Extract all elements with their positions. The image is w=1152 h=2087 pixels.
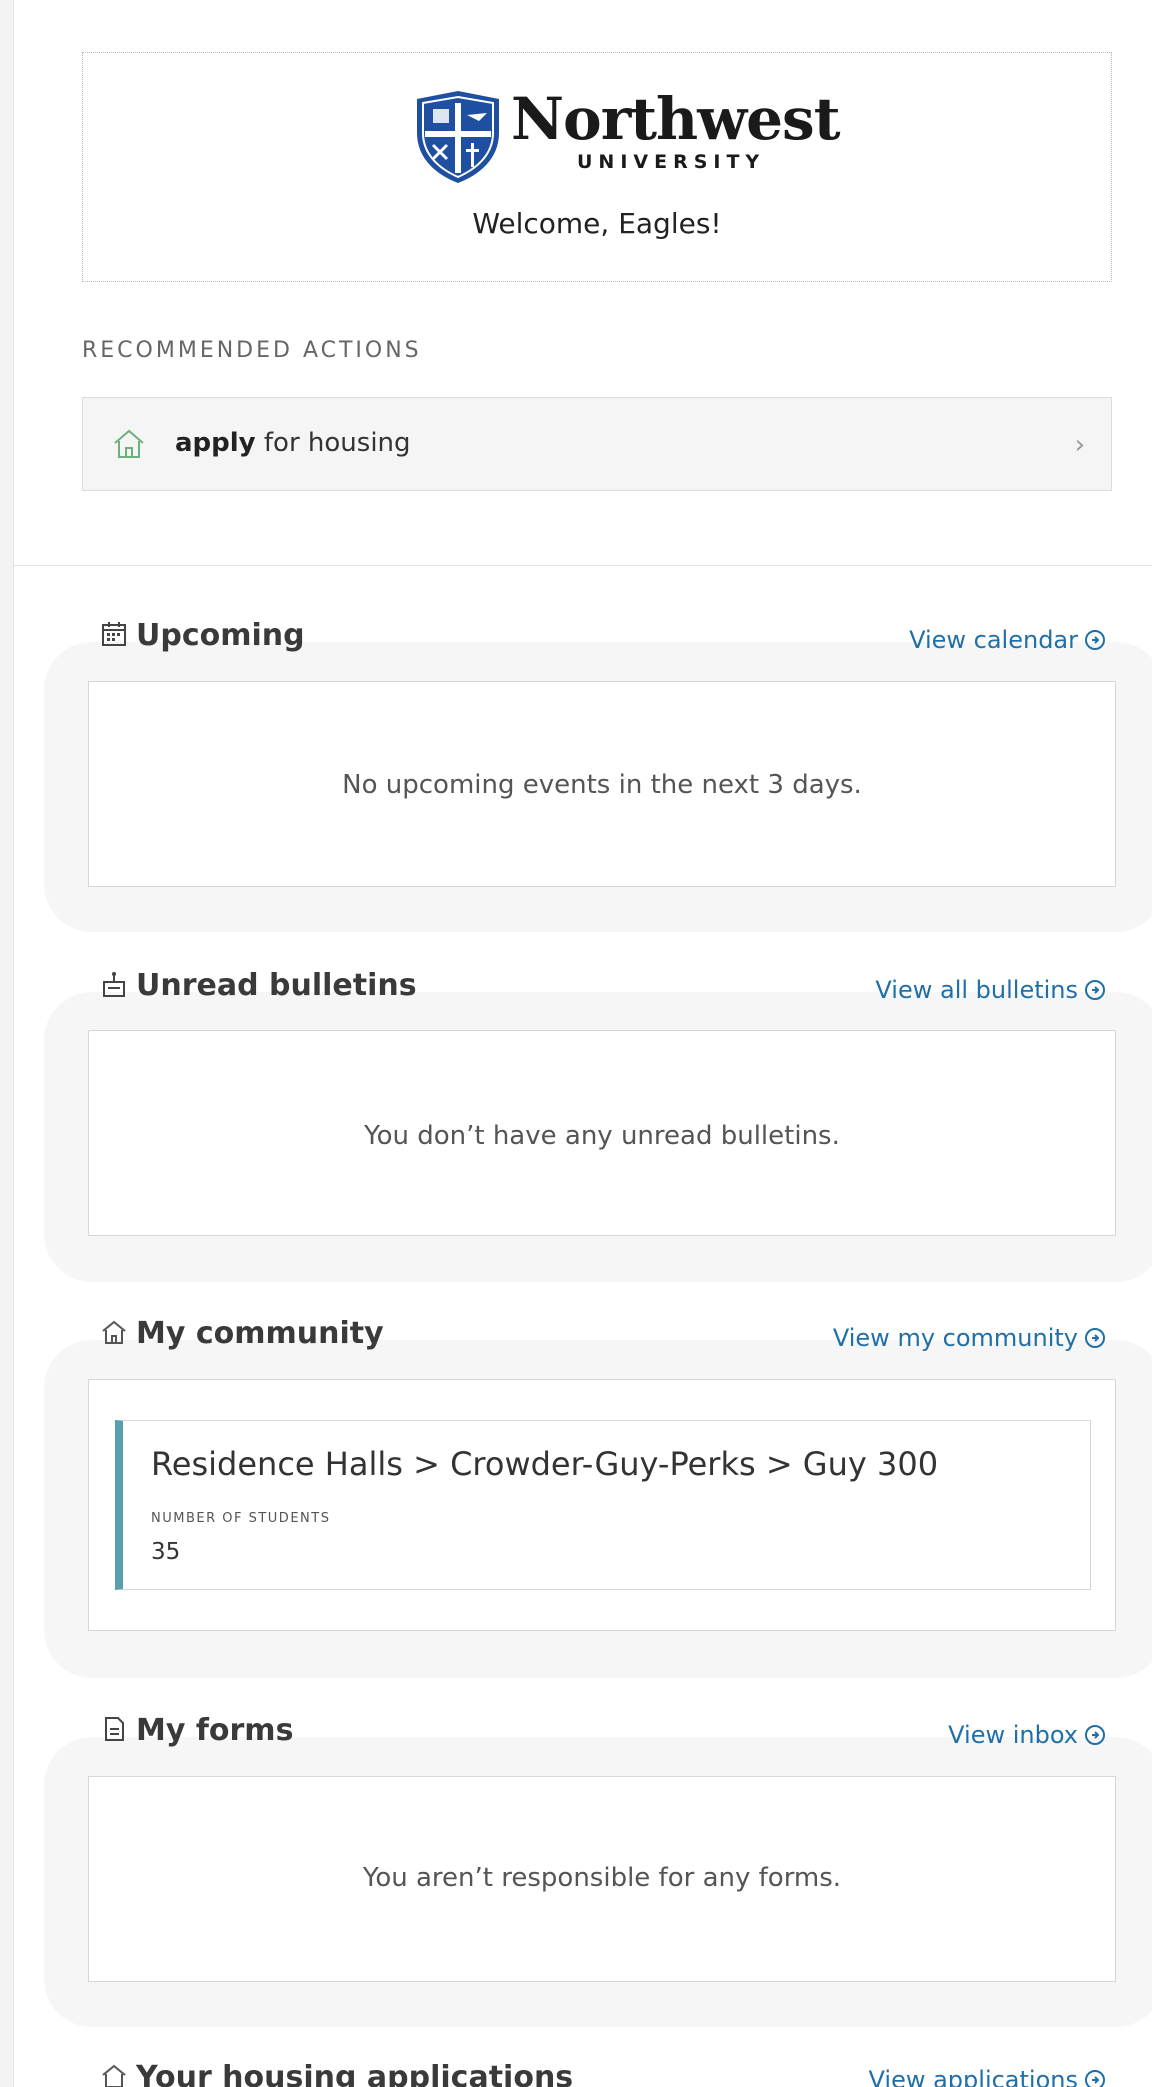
bulletin-icon: [103, 972, 125, 997]
left-rail: [0, 0, 14, 2087]
upcoming-card: No upcoming events in the next 3 days.: [88, 681, 1116, 887]
view-inbox-label: View inbox: [948, 1721, 1078, 1749]
view-calendar-label: View calendar: [909, 626, 1078, 654]
arrow-circle-icon: [1085, 2070, 1105, 2087]
arrow-circle-icon: [1085, 980, 1105, 1000]
calendar-icon: [102, 622, 126, 646]
view-all-bulletins-link[interactable]: View all bulletins: [875, 976, 1106, 1004]
forms-empty-message: You aren’t responsible for any forms.: [362, 1863, 842, 1893]
bulletins-heading: Unread bulletins: [100, 968, 417, 1003]
logo-wordmark: Northwest: [511, 85, 840, 153]
forms-heading: My forms: [100, 1713, 293, 1748]
bulletins-title: Unread bulletins: [136, 968, 417, 1003]
shield-logo-icon: [417, 91, 499, 183]
upcoming-empty-message: No upcoming events in the next 3 days.: [342, 770, 862, 800]
home-icon: [102, 1320, 126, 1344]
chevron-right-icon: ›: [1074, 430, 1085, 460]
view-calendar-link[interactable]: View calendar: [909, 626, 1106, 654]
action-rest: for housing: [255, 428, 411, 458]
view-inbox-link[interactable]: View inbox: [948, 1721, 1106, 1749]
arrow-circle-icon: [1085, 1725, 1105, 1745]
recommended-actions-title: RECOMMENDED ACTIONS: [82, 338, 422, 363]
applications-heading: Your housing applications: [100, 2060, 573, 2087]
view-my-community-label: View my community: [832, 1324, 1078, 1352]
community-item[interactable]: Residence Halls > Crowder-Guy-Perks > Gu…: [115, 1420, 1091, 1590]
view-applications-link[interactable]: View applications: [869, 2066, 1106, 2087]
community-path: Residence Halls > Crowder-Guy-Perks > Gu…: [151, 1445, 939, 1483]
action-verb: apply: [175, 428, 256, 458]
student-count-label: NUMBER OF STUDENTS: [151, 1511, 331, 1526]
view-all-bulletins-label: View all bulletins: [875, 976, 1078, 1004]
arrow-circle-icon: [1085, 630, 1105, 650]
home-icon: [102, 2064, 126, 2087]
arrow-circle-icon: [1085, 1328, 1105, 1348]
section-divider: [14, 565, 1152, 566]
bulletins-card: You don’t have any unread bulletins.: [88, 1030, 1116, 1236]
applications-title: Your housing applications: [136, 2060, 574, 2087]
form-icon: [105, 1717, 124, 1741]
welcome-text: Welcome, Eagles!: [472, 207, 722, 240]
welcome-card: Northwest UNIVERSITY Welcome, Eagles!: [82, 52, 1112, 282]
view-my-community-link[interactable]: View my community: [833, 1324, 1106, 1352]
forms-card: You aren’t responsible for any forms.: [88, 1776, 1116, 1982]
forms-title: My forms: [136, 1713, 294, 1748]
community-heading: My community: [100, 1316, 384, 1351]
apply-for-housing-action[interactable]: apply for housing ›: [82, 397, 1112, 491]
community-title: My community: [136, 1316, 384, 1351]
upcoming-heading: Upcoming: [100, 618, 305, 653]
community-card: Residence Halls > Crowder-Guy-Perks > Gu…: [88, 1379, 1116, 1631]
view-applications-label: View applications: [868, 2066, 1078, 2087]
home-icon: [114, 429, 144, 458]
upcoming-title: Upcoming: [136, 618, 305, 653]
logo-subtitle: UNIVERSITY: [577, 151, 766, 173]
student-count: 35: [151, 1539, 181, 1565]
action-label: apply for housing: [175, 428, 411, 458]
university-logo: Northwest UNIVERSITY: [413, 83, 840, 183]
bulletins-empty-message: You don’t have any unread bulletins.: [364, 1121, 840, 1151]
